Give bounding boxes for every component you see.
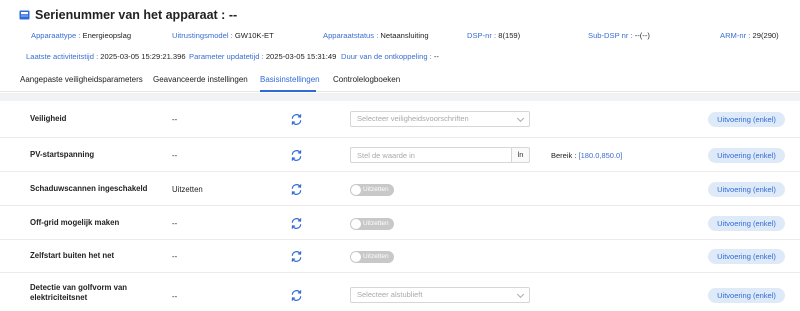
setting-name: Zelfstart buiten het net <box>30 251 115 260</box>
refresh-icon[interactable] <box>290 289 303 302</box>
setting-current-value: -- <box>172 115 178 124</box>
execute-button[interactable]: Uitvoering (enkel) <box>708 182 785 197</box>
tab-advanced-settings[interactable]: Geavanceerde instellingen <box>153 75 248 84</box>
device-time-row: Laatste activiteitstijd : 2025-03-05 15:… <box>0 52 800 64</box>
setting-name: Detectie van golfvorm van elektriciteits… <box>30 283 128 302</box>
setting-current-value: -- <box>172 151 178 160</box>
toggle-label: Uitzetten <box>363 253 389 260</box>
device-info-row: Apparaattype : Energieopslag Uitrustings… <box>0 31 800 43</box>
setting-name: Off-grid mogelijk maken <box>30 218 120 227</box>
chevron-down-icon <box>516 290 525 299</box>
setting-current-value: -- <box>172 252 178 261</box>
info-disconnect-duration: Duur van de ontkoppeling : -- <box>341 52 439 61</box>
info-parameter-update: Parameter updatetijd : 2025-03-05 15:31:… <box>189 52 337 61</box>
unit-label: ln <box>511 147 530 163</box>
setting-current-value: Uitzetten <box>172 185 203 194</box>
page-title: Serienummer van het apparaat : -- <box>35 8 238 22</box>
refresh-icon[interactable] <box>290 113 303 126</box>
self-start-toggle[interactable]: Uitzetten <box>350 251 394 263</box>
setting-row-safety: Veiligheid -- Selecteer veiligheidsvoors… <box>0 101 800 138</box>
refresh-icon[interactable] <box>290 250 303 263</box>
setting-name: PV-startspanning <box>30 150 95 159</box>
tab-custom-safety-parameters[interactable]: Aangepaste veiligheidsparameters <box>20 75 143 84</box>
execute-button[interactable]: Uitvoering (enkel) <box>708 148 785 163</box>
toggle-knob <box>351 185 361 195</box>
execute-button[interactable]: Uitvoering (enkel) <box>708 112 785 127</box>
select-placeholder: Selecteer veiligheidsvoorschriften <box>357 114 469 123</box>
tab-control-logs[interactable]: Controlelogboeken <box>333 75 400 84</box>
setting-row-off-grid: Off-grid mogelijk maken -- Uitzetten Uit… <box>0 206 800 240</box>
setting-name: Schaduwscannen ingeschakeld <box>30 184 148 193</box>
info-arm-number: ARM-nr : 29(290) <box>720 31 779 40</box>
setting-row-pv-start-voltage: PV-startspanning -- ln Bereik : [180.0,8… <box>0 138 800 172</box>
active-tab-indicator <box>260 90 316 92</box>
device-icon <box>19 10 30 20</box>
pv-start-voltage-input-group: ln <box>350 147 530 163</box>
safety-regulation-select[interactable]: Selecteer veiligheidsvoorschriften <box>350 111 530 127</box>
toggle-label: Uitzetten <box>363 186 389 193</box>
info-dsp-number: DSP-nr : 8(159) <box>467 31 521 40</box>
setting-name: Veiligheid <box>30 114 67 123</box>
info-equipment-model: Uitrustingsmodel : GW10K-ET <box>172 31 274 40</box>
setting-current-value: -- <box>172 292 178 301</box>
setting-current-value: -- <box>172 219 178 228</box>
execute-button[interactable]: Uitvoering (enkel) <box>708 288 785 303</box>
select-placeholder: Selecteer alstublieft <box>357 290 423 299</box>
toggle-knob <box>351 252 361 262</box>
info-sub-dsp-number: Sub-DSP nr : --(--) <box>588 31 650 40</box>
refresh-icon[interactable] <box>290 183 303 196</box>
off-grid-toggle[interactable]: Uitzetten <box>350 218 394 230</box>
toggle-knob <box>351 219 361 229</box>
info-device-status: Apparaatstatus : Netaansluiting <box>323 31 429 40</box>
info-last-activity: Laatste activiteitstijd : 2025-03-05 15:… <box>26 52 186 61</box>
tab-bar: Aangepaste veiligheidsparameters Geavanc… <box>0 70 800 92</box>
waveform-detection-select[interactable]: Selecteer alstublieft <box>350 287 530 303</box>
refresh-icon[interactable] <box>290 217 303 230</box>
range-hint: Bereik : [180.0,850.0] <box>551 151 623 160</box>
setting-row-shadow-scan: Schaduwscannen ingeschakeld Uitzetten Ui… <box>0 172 800 206</box>
toggle-label: Uitzetten <box>363 220 389 227</box>
refresh-icon[interactable] <box>290 149 303 162</box>
setting-row-grid-waveform-detection: Detectie van golfvorm van elektriciteits… <box>0 273 800 311</box>
info-device-type: Apparaattype : Energieopslag <box>31 31 132 40</box>
section-divider <box>0 93 800 101</box>
setting-row-off-grid-self-start: Zelfstart buiten het net -- Uitzetten Ui… <box>0 240 800 273</box>
execute-button[interactable]: Uitvoering (enkel) <box>708 216 785 231</box>
pv-start-voltage-input[interactable] <box>350 147 511 163</box>
execute-button[interactable]: Uitvoering (enkel) <box>708 249 785 264</box>
page-header: Serienummer van het apparaat : -- <box>19 7 237 23</box>
tab-basic-settings[interactable]: Basisinstellingen <box>260 75 320 84</box>
shadow-scan-toggle[interactable]: Uitzetten <box>350 184 394 196</box>
chevron-down-icon <box>516 114 525 123</box>
